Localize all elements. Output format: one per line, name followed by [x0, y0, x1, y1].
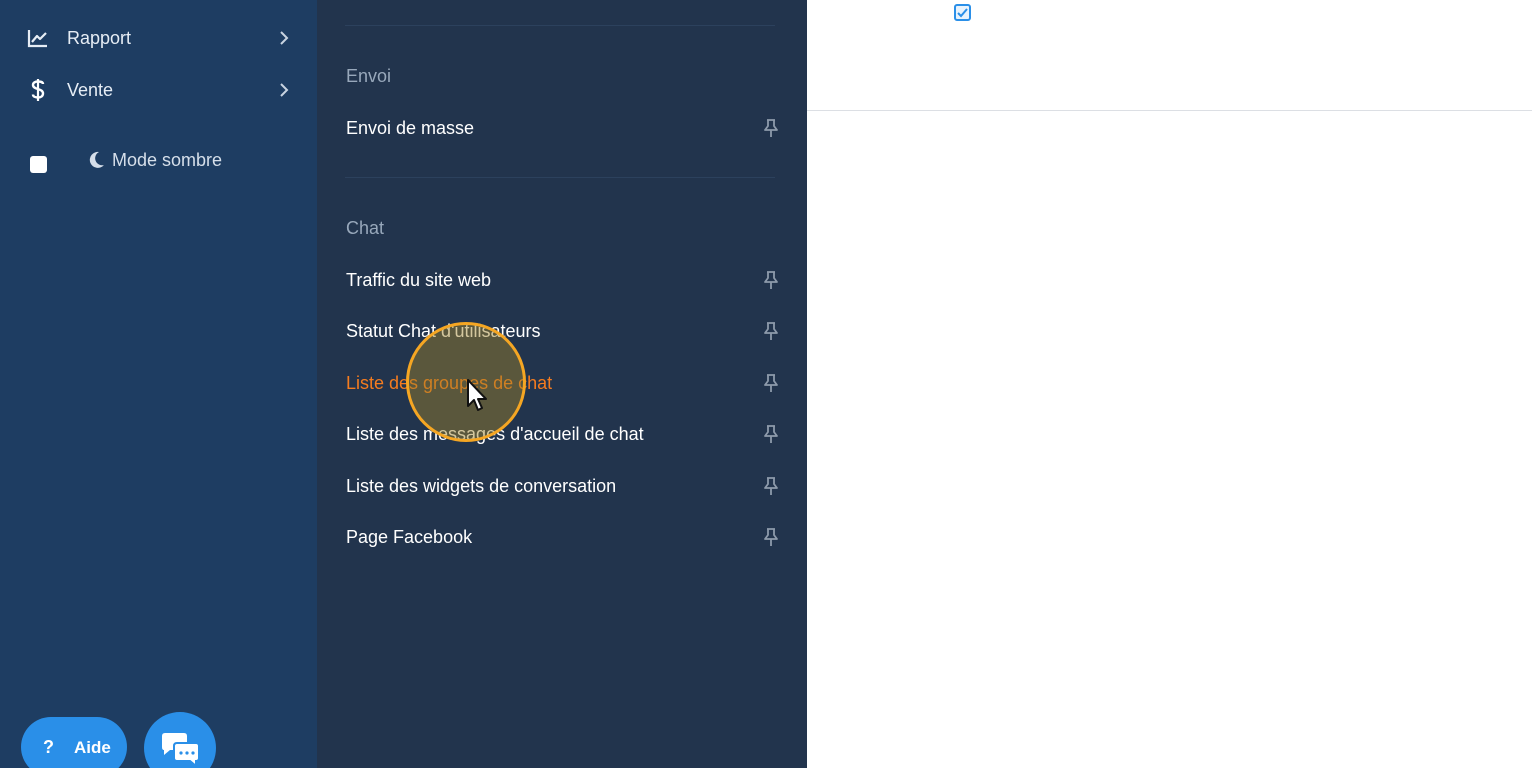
menu-item-page-facebook[interactable]: Page Facebook — [346, 521, 786, 555]
menu-item-label: Statut Chat d'utilisateurs — [346, 321, 541, 341]
sidebar-item-label: Rapport — [67, 27, 132, 48]
dark-mode-label: Mode sombre — [112, 150, 223, 170]
chevron-right-icon — [274, 80, 294, 100]
menu-item-label: Page Facebook — [346, 527, 473, 547]
menu-item-liste-messages-accueil[interactable]: Liste des messages d'accueil de chat — [346, 418, 786, 452]
question-icon: ? — [43, 737, 54, 757]
dollar-icon — [26, 78, 50, 102]
menu-item-statut-chat[interactable]: Statut Chat d'utilisateurs — [346, 315, 786, 349]
divider — [345, 177, 775, 178]
pin-icon[interactable] — [762, 476, 780, 496]
pin-icon[interactable] — [762, 424, 780, 444]
divider — [345, 25, 775, 26]
menu-item-envoi-de-masse[interactable]: Envoi de masse — [346, 112, 786, 146]
menu-item-liste-groupes-chat[interactable]: Liste des groupes de chat — [346, 367, 786, 401]
dark-mode-checkbox[interactable] — [30, 156, 47, 173]
pin-icon[interactable] — [762, 321, 780, 341]
help-button[interactable]: ? Aide — [21, 717, 127, 768]
menu-item-label: Liste des messages d'accueil de chat — [346, 424, 644, 444]
menu-item-label: Envoi de masse — [346, 118, 475, 138]
pin-icon[interactable] — [762, 118, 780, 138]
pin-icon[interactable] — [762, 527, 780, 547]
chevron-right-icon — [274, 28, 294, 48]
menu-item-traffic-site-web[interactable]: Traffic du site web — [346, 264, 786, 298]
chat-button[interactable] — [144, 712, 216, 768]
help-label: Aide — [74, 738, 111, 757]
section-title-envoi: Envoi — [346, 66, 392, 86]
header-checkbox[interactable] — [954, 4, 971, 21]
chart-line-icon — [26, 26, 50, 50]
menu-item-label: Liste des groupes de chat — [346, 373, 553, 393]
check-icon — [957, 8, 968, 18]
pin-icon[interactable] — [762, 373, 780, 393]
menu-item-liste-widgets[interactable]: Liste des widgets de conversation — [346, 470, 786, 504]
sidebar-item-rapport[interactable]: Rapport — [0, 18, 317, 58]
sidebar-item-vente[interactable]: Vente — [0, 70, 317, 110]
content-header — [807, 0, 1532, 111]
sidebar: Rapport Vente Mode sombre ? Aide — [0, 0, 317, 768]
dark-mode-row: Mode sombre — [0, 140, 317, 184]
sidebar-item-label: Vente — [67, 79, 114, 100]
menu-item-label: Traffic du site web — [346, 270, 492, 290]
pin-icon[interactable] — [762, 270, 780, 290]
menu-item-label: Liste des widgets de conversation — [346, 476, 617, 496]
chat-bubbles-icon — [162, 733, 200, 768]
section-title-chat: Chat — [346, 218, 385, 238]
moon-icon — [86, 150, 106, 170]
